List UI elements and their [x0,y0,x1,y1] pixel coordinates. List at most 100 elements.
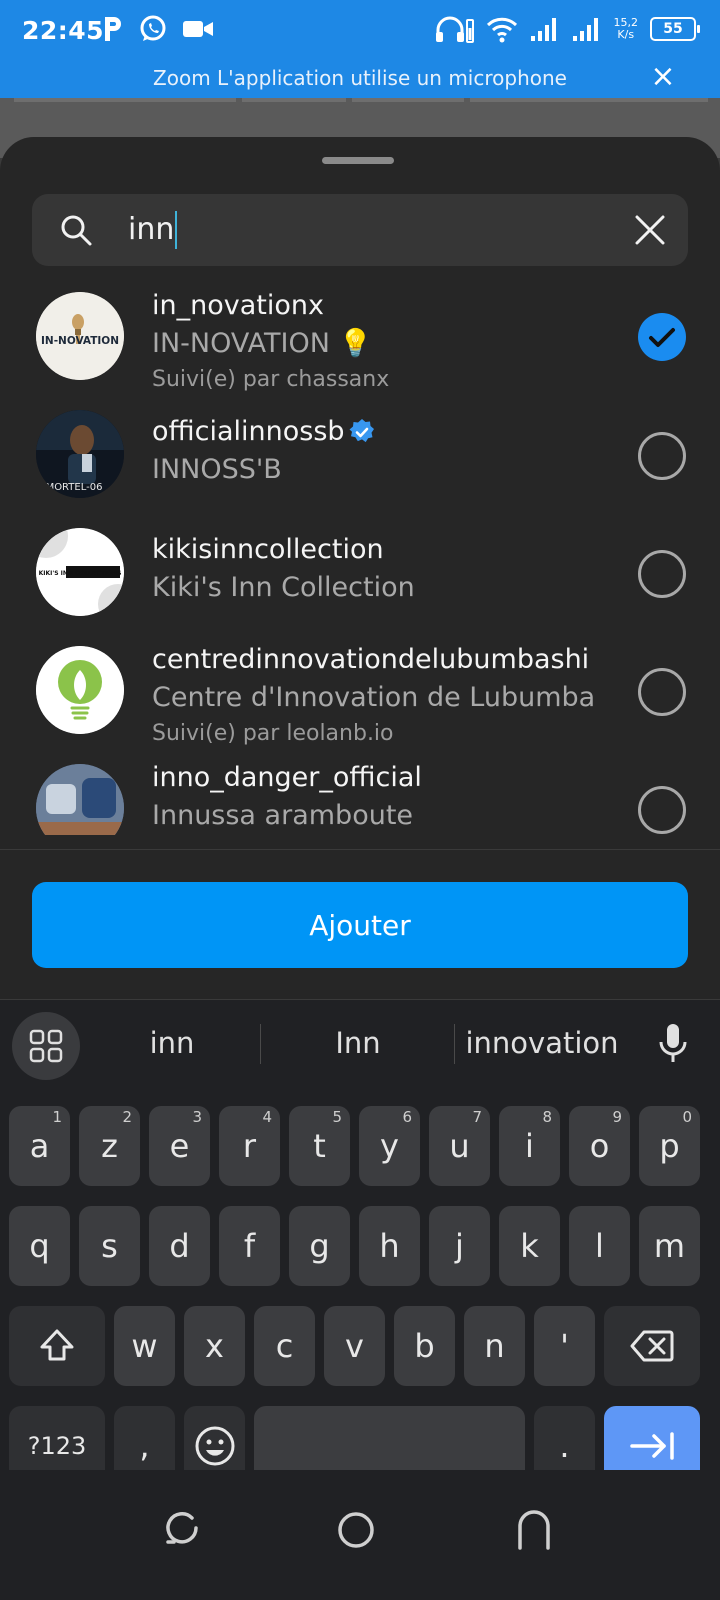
close-icon[interactable]: × [648,62,678,94]
svg-text:IN-NOVATION: IN-NOVATION [41,335,119,347]
key-r[interactable]: r4 [219,1106,280,1186]
background-tab [470,98,708,102]
video-camera-icon [183,21,213,37]
key-q[interactable]: q [9,1206,70,1286]
key-e[interactable]: e3 [149,1106,210,1186]
select-radio[interactable] [638,550,686,598]
key-h[interactable]: h [359,1206,420,1286]
back-icon[interactable] [512,1508,556,1552]
close-icon[interactable] [630,210,670,250]
key-k[interactable]: k [499,1206,560,1286]
key-y[interactable]: y6 [359,1106,420,1186]
grid-icon [29,1029,63,1063]
key-s[interactable]: s [79,1206,140,1286]
recent-apps-icon[interactable] [158,1508,202,1552]
microphone-notification[interactable]: Zoom L'application utilise un microphone… [0,62,720,98]
result-texts: inno_danger_official Innussa aramboute [152,760,600,835]
status-right-icons: 15,2 K/s 55 [434,14,700,44]
username: centredinnovationdelubumbashi [152,644,590,675]
suggestion-item[interactable]: innovation [462,1018,622,1068]
results-list: IN-NOVATION in_novationx IN-NOVATION 💡 S… [0,280,720,835]
list-item[interactable]: inno_danger_official Innussa aramboute [0,752,720,835]
select-radio[interactable] [638,786,686,834]
username-row: officialinnossb [152,414,600,450]
username: inno_danger_official [152,762,422,793]
key-t[interactable]: t5 [289,1106,350,1186]
navigation-bar [0,1470,720,1600]
keyboard: inn Inn innovation a1 z2 e3 r4 t5 y6 u7 … [0,1000,720,1486]
parking-icon [105,17,121,41]
key-u[interactable]: u7 [429,1106,490,1186]
shift-key[interactable] [9,1306,105,1386]
follow-context: Suivi(e) par leolanb.io [152,721,394,746]
avatar: MORTEL-06 [36,410,124,498]
background-tab [242,98,346,102]
bottom-sheet: inn IN-NOVATION in_novationx IN-NOVATION… [0,137,720,999]
headphones-icon [435,16,474,43]
key-w[interactable]: w [114,1306,175,1386]
username: in_novationx [152,290,324,321]
full-name: Innussa aramboute [152,800,414,831]
svg-text:MORTEL-06: MORTEL-06 [46,482,103,493]
search-input[interactable]: inn [128,208,608,252]
signal-icon [572,18,598,41]
background-tab [352,98,464,102]
select-radio-checked[interactable] [638,313,686,361]
search-icon [61,215,92,246]
screen: 22:45 15,2 K/s 55 Zoom L'application uti… [0,0,720,1600]
key-c[interactable]: c [254,1306,315,1386]
result-texts: kikisinncollection Kiki's Inn Collection [152,532,600,608]
home-icon[interactable] [334,1508,378,1552]
follow-context: Suivi(e) par chassanx [152,367,390,392]
full-name: Centre d'Innovation de Lubumba [152,682,596,713]
network-speed: 15,2 K/s [613,16,639,41]
key-x[interactable]: x [184,1306,245,1386]
key-z[interactable]: z2 [79,1106,140,1186]
key-v[interactable]: v [324,1306,385,1386]
notification-text: Zoom L'application utilise un microphone [153,66,567,90]
shift-icon [40,1329,74,1361]
list-item[interactable]: MORTEL-06 officialinnossb INNOSS'B [0,398,720,516]
select-radio[interactable] [638,668,686,716]
microphone-icon[interactable] [656,1022,690,1064]
full-name: INNOSS'B [152,454,282,485]
suggestion-item[interactable]: Inn [270,1018,446,1068]
avatar: IN-NOVATION [36,292,124,380]
backspace-icon [630,1330,674,1362]
list-item[interactable]: centredinnovationdelubumbashi Centre d'I… [0,634,720,752]
key-b[interactable]: b [394,1306,455,1386]
list-item[interactable]: IN-NOVATION in_novationx IN-NOVATION 💡 S… [0,280,720,398]
search-bar[interactable]: inn [32,194,688,266]
status-bar: 22:45 15,2 K/s 55 [0,0,720,64]
divider [0,849,720,850]
suggestion-separator [454,1024,455,1064]
result-texts: in_novationx IN-NOVATION 💡 Suivi(e) par … [152,288,600,396]
select-radio[interactable] [638,432,686,480]
key-i[interactable]: i8 [499,1106,560,1186]
drag-handle[interactable] [322,157,394,164]
avatar: KIKI'S INN COLLECTIONS [36,528,124,616]
key-apostrophe[interactable]: ' [534,1306,595,1386]
suggestion-item[interactable]: inn [92,1018,252,1068]
list-item[interactable]: KIKI'S INN COLLECTIONS kikisinncollectio… [0,516,720,634]
key-j[interactable]: j [429,1206,490,1286]
username: kikisinncollection [152,534,384,565]
add-button[interactable]: Ajouter [32,882,688,968]
key-o[interactable]: o9 [569,1106,630,1186]
key-n[interactable]: n [464,1306,525,1386]
key-p[interactable]: p0 [639,1106,700,1186]
keyboard-menu-button[interactable] [12,1012,80,1080]
backspace-key[interactable] [604,1306,700,1386]
key-l[interactable]: l [569,1206,630,1286]
tab-next-icon [630,1432,674,1460]
key-m[interactable]: m [639,1206,700,1286]
suggestion-strip: inn Inn innovation [0,1000,720,1086]
svg-text:KIKI'S INN COLLECTIONS: KIKI'S INN COLLECTIONS [39,570,122,577]
background-tab [14,98,236,102]
key-g[interactable]: g [289,1206,350,1286]
key-f[interactable]: f [219,1206,280,1286]
key-a[interactable]: a1 [9,1106,70,1186]
avatar [36,646,124,734]
battery-indicator: 55 [650,17,700,41]
key-d[interactable]: d [149,1206,210,1286]
